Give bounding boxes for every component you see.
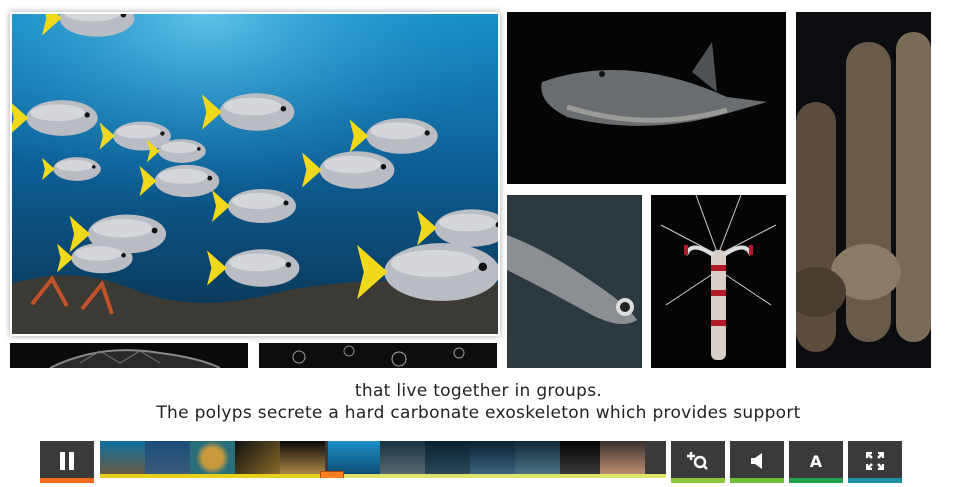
progress-fill xyxy=(100,474,333,478)
photo-banded-shrimp[interactable] xyxy=(651,195,786,368)
fullscreen-icon xyxy=(866,452,884,470)
thumbnail[interactable] xyxy=(515,441,560,475)
sound-stripe xyxy=(730,478,784,483)
slide-caption: that live together in groups. The polyps… xyxy=(0,380,957,424)
zoom-plus-icon xyxy=(687,452,708,470)
photo-sea-turtle[interactable] xyxy=(10,343,248,368)
text-toggle-button[interactable]: A xyxy=(789,441,843,483)
photo-mosaic xyxy=(0,0,957,370)
play-pause-button[interactable] xyxy=(40,441,94,483)
thumbnail[interactable] xyxy=(560,441,605,475)
photo-squid[interactable] xyxy=(507,195,642,368)
text-toggle-stripe xyxy=(789,478,843,483)
thumbnail[interactable] xyxy=(425,441,470,475)
thumbnail[interactable] xyxy=(235,441,280,475)
thumbnail[interactable] xyxy=(600,441,645,475)
thumbnail[interactable] xyxy=(100,441,145,475)
thumbnail[interactable] xyxy=(380,441,425,475)
caption-line-1: that live together in groups. xyxy=(354,381,603,401)
play-pause-stripe xyxy=(40,478,94,483)
thumbnail[interactable] xyxy=(190,441,235,475)
thumbnail-current[interactable] xyxy=(328,441,380,475)
caption-line-2: The polyps secrete a hard carbonate exos… xyxy=(156,403,801,423)
speaker-icon xyxy=(751,453,762,469)
fullscreen-stripe xyxy=(848,478,902,483)
photo-coral-polyps[interactable] xyxy=(796,12,931,368)
thumbnail[interactable] xyxy=(470,441,515,475)
thumbnail[interactable] xyxy=(145,441,190,475)
fullscreen-button[interactable] xyxy=(848,441,902,483)
text-toggle-label: A xyxy=(809,451,823,471)
sound-button[interactable] xyxy=(730,441,784,483)
zoom-button[interactable] xyxy=(671,441,725,483)
thumbnail-filmstrip[interactable] xyxy=(100,441,666,478)
featured-photo-yellowtail-surgeonfish[interactable] xyxy=(10,12,500,336)
progress-handle[interactable] xyxy=(320,471,345,478)
thumbnail[interactable] xyxy=(280,441,325,475)
photo-jellyfish[interactable] xyxy=(259,343,497,368)
zoom-stripe xyxy=(671,478,725,483)
photo-whitetip-shark[interactable] xyxy=(507,12,786,184)
pause-icon xyxy=(60,452,74,470)
